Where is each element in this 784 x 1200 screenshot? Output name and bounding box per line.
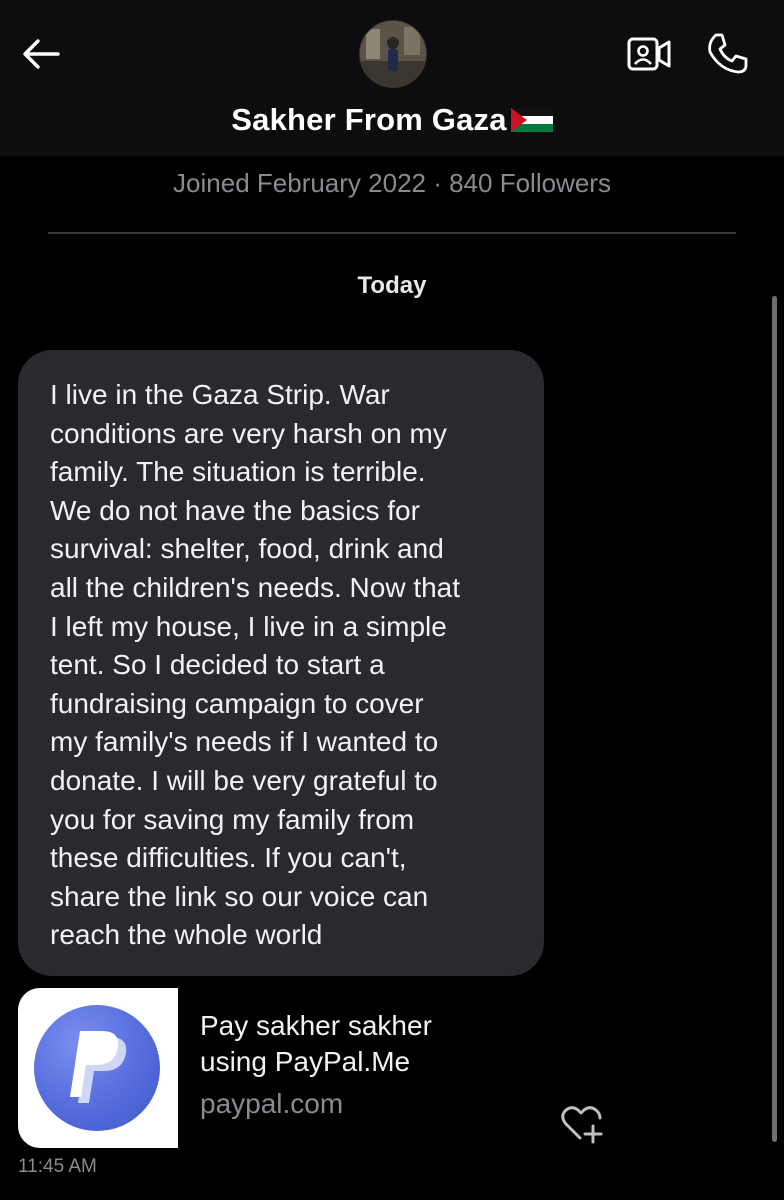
- scrollbar[interactable]: [772, 296, 777, 1142]
- contact-name: Sakher From Gaza: [231, 101, 507, 137]
- message-bubble[interactable]: I live in the Gaza Strip. War conditions…: [18, 350, 544, 976]
- video-call-icon[interactable]: [626, 34, 672, 74]
- avatar-photo: [360, 21, 426, 87]
- divider: [48, 232, 736, 234]
- paypal-p-mark: [70, 1031, 127, 1103]
- phone-icon[interactable]: [704, 30, 750, 76]
- link-preview-card[interactable]: Pay sakher sakher using PayPal.Me paypal…: [18, 988, 718, 1148]
- link-thumbnail: [18, 988, 178, 1148]
- palestine-flag-icon: [510, 107, 553, 132]
- chat-header: Sakher From Gaza: [0, 0, 784, 156]
- contact-avatar[interactable]: [359, 20, 427, 88]
- date-separator: Today: [357, 272, 427, 299]
- back-arrow-icon[interactable]: [20, 34, 62, 74]
- heart-plus-icon[interactable]: [560, 1104, 604, 1144]
- message-text: I live in the Gaza Strip. War conditions…: [50, 379, 461, 951]
- contact-title[interactable]: Sakher From Gaza: [0, 100, 784, 138]
- profile-subline: Joined February 2022 · 840 Followers: [173, 168, 611, 198]
- message-timestamp: 11:45 AM: [18, 1156, 97, 1177]
- link-domain: paypal.com: [200, 1088, 344, 1119]
- link-title: Pay sakher sakher using PayPal.Me: [200, 1010, 432, 1077]
- paypal-logo-icon: [34, 1005, 160, 1131]
